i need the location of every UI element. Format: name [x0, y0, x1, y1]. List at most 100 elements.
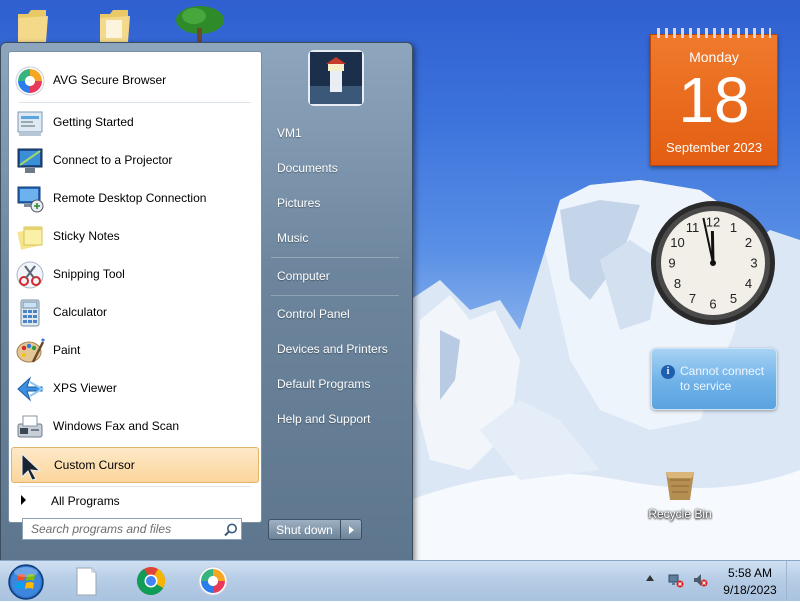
all-programs-button[interactable]: All Programs: [11, 489, 259, 513]
search-box[interactable]: [22, 518, 242, 540]
clock-numeral: 10: [670, 235, 684, 250]
program-snipping-tool[interactable]: Snipping Tool: [11, 257, 259, 293]
start-link-vm1[interactable]: VM1: [267, 120, 405, 148]
snipping-tool-icon: [16, 261, 44, 289]
calendar-month-year: September 2023: [665, 140, 763, 155]
start-link-default-programs[interactable]: Default Programs: [267, 371, 405, 399]
getting-started-icon: [17, 111, 43, 136]
avg-browser-icon: [198, 566, 228, 596]
tree-icon[interactable]: [174, 4, 226, 44]
clock-numeral: 4: [745, 276, 752, 291]
start-link-control-panel[interactable]: Control Panel: [267, 301, 405, 329]
start-link-documents[interactable]: Documents: [267, 155, 405, 183]
calendar-date: 18: [678, 64, 750, 136]
clock-numeral: 12: [706, 215, 720, 230]
tray-time: 5:58 AM: [727, 566, 773, 580]
program-label: AVG Secure Browser: [53, 73, 167, 87]
start-link-label: VM1: [277, 126, 302, 140]
start-link-help-and-support[interactable]: Help and Support: [267, 406, 405, 434]
start-link-label: Music: [277, 231, 309, 245]
calendar-day-name: Monday: [689, 49, 739, 65]
program-remote-desktop-connection[interactable]: Remote Desktop Connection: [11, 181, 259, 217]
taskbar: 5:58 AM 9/18/2023: [0, 560, 800, 601]
clock-numeral: 6: [709, 297, 716, 312]
program-label: XPS Viewer: [53, 381, 117, 395]
calendar-gadget[interactable]: Monday 18 September 2023: [650, 28, 778, 166]
clock-numeral: 7: [689, 291, 696, 306]
lighthouse-avatar-icon: [310, 52, 362, 104]
calendar-rings: [657, 28, 771, 38]
start-link-computer[interactable]: Computer: [267, 263, 405, 291]
tray-date: 9/18/2023: [723, 583, 777, 597]
folder-icon[interactable]: [16, 6, 50, 44]
program-label: Paint: [53, 343, 81, 357]
program-label: Windows Fax and Scan: [53, 419, 180, 433]
clock-gadget[interactable]: 12 12 3 45678 9 1011: [649, 199, 777, 327]
remote-desktop-icon: [17, 186, 44, 213]
avg-browser-icon: [15, 66, 45, 96]
program-paint[interactable]: Paint: [11, 333, 259, 369]
service-notice-text: Cannot connect to service: [680, 364, 765, 393]
start-link-label: Default Programs: [277, 377, 371, 391]
program-label: Custom Cursor: [54, 458, 135, 472]
xps-viewer-icon: [17, 376, 44, 402]
recycle-bin[interactable]: Recycle Bin: [640, 466, 720, 521]
start-menu-programs-pane: AVG Secure Browser Getting Started Conne…: [8, 51, 262, 523]
paint-icon: [16, 337, 45, 363]
program-avg-secure-browser[interactable]: AVG Secure Browser: [11, 63, 259, 99]
clock-numeral: 2: [745, 235, 752, 250]
start-orb-icon[interactable]: [6, 562, 46, 602]
network-icon[interactable]: [668, 572, 684, 588]
all-programs-label: All Programs: [51, 494, 120, 508]
calculator-icon: [20, 299, 40, 327]
program-sticky-notes[interactable]: Sticky Notes: [11, 219, 259, 255]
show-desktop-button[interactable]: [786, 561, 800, 601]
user-picture[interactable]: [308, 50, 364, 106]
start-link-label: Computer: [277, 269, 330, 283]
program-custom-cursor[interactable]: Custom Cursor: [11, 447, 259, 483]
shutdown-button[interactable]: Shut down: [268, 519, 341, 540]
right-pane-separator: [271, 295, 399, 296]
program-label: Remote Desktop Connection: [53, 191, 207, 205]
taskbar-notepad[interactable]: [66, 563, 106, 599]
folder-icon[interactable]: [98, 6, 132, 44]
start-menu: AVG Secure Browser Getting Started Conne…: [0, 42, 413, 562]
recycle-bin-label: Recycle Bin: [648, 507, 712, 521]
projector-icon: [17, 148, 43, 173]
program-connect-to-projector[interactable]: Connect to a Projector: [11, 143, 259, 179]
program-label: Sticky Notes: [53, 229, 120, 243]
program-windows-fax-and-scan[interactable]: Windows Fax and Scan: [11, 409, 259, 445]
service-notice-gadget[interactable]: i Cannot connect to service: [651, 348, 777, 410]
start-link-devices-and-printers[interactable]: Devices and Printers: [267, 336, 405, 364]
start-link-label: Control Panel: [277, 307, 350, 321]
taskbar-avg-browser[interactable]: [193, 563, 233, 599]
pinned-separator: [19, 102, 251, 103]
taskbar-chrome[interactable]: [131, 563, 171, 599]
recycle-bin-icon: [666, 472, 694, 500]
info-icon: i: [661, 365, 675, 379]
program-label: Getting Started: [53, 115, 134, 129]
program-getting-started[interactable]: Getting Started: [11, 105, 259, 141]
chrome-icon: [137, 567, 165, 595]
custom-cursor-icon: [21, 452, 42, 481]
notepad-icon: [76, 567, 97, 596]
start-link-pictures[interactable]: Pictures: [267, 190, 405, 218]
volume-muted-icon[interactable]: [692, 572, 708, 588]
start-link-label: Documents: [277, 161, 338, 175]
start-link-label: Pictures: [277, 196, 321, 210]
clock-numeral: 9: [668, 256, 675, 271]
start-link-label: Devices and Printers: [277, 342, 388, 356]
start-link-label: Help and Support: [277, 412, 371, 426]
search-input[interactable]: [23, 519, 219, 539]
program-xps-viewer[interactable]: XPS Viewer: [11, 371, 259, 407]
search-icon[interactable]: [223, 522, 239, 538]
chevron-right-icon: [21, 495, 26, 505]
start-link-music[interactable]: Music: [267, 225, 405, 253]
program-calculator[interactable]: Calculator: [11, 295, 259, 331]
sticky-notes-icon: [17, 226, 43, 250]
program-label: Snipping Tool: [53, 267, 125, 281]
program-label: Connect to a Projector: [53, 153, 173, 167]
fax-scan-icon: [17, 415, 43, 438]
shutdown-options-button[interactable]: [341, 519, 362, 540]
show-hidden-icons-button[interactable]: [646, 575, 654, 581]
